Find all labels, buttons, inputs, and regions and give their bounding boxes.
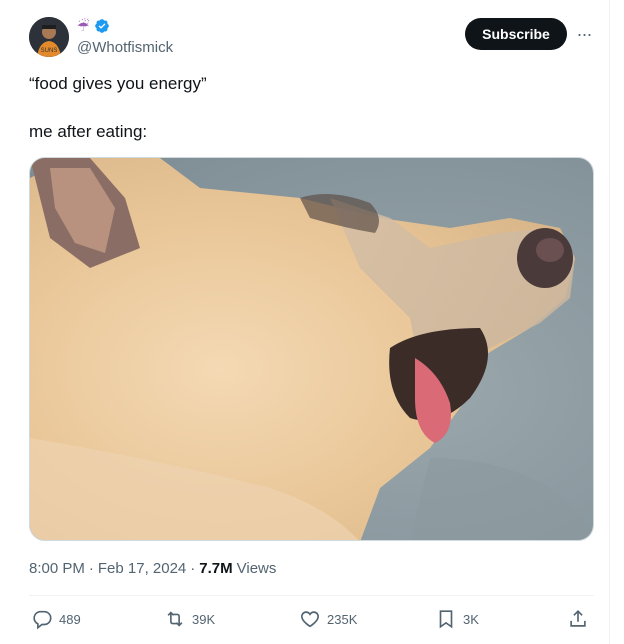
heart-icon <box>301 611 319 628</box>
share-icon <box>570 610 586 627</box>
meta-separator: · <box>190 560 196 577</box>
dog-photo <box>30 158 593 540</box>
more-options-icon[interactable]: ··· <box>572 24 596 44</box>
share-button[interactable] <box>567 608 589 630</box>
like-count: 235K <box>327 611 358 627</box>
retweet-count: 39K <box>192 611 216 627</box>
tweet-meta: 8:00 PM · Feb 17, 2024 · 7.7M Views <box>29 560 276 577</box>
svg-text:SUNS: SUNS <box>41 48 58 54</box>
reply-count: 489 <box>59 611 81 627</box>
author-name-row[interactable]: ☔ <box>77 17 110 35</box>
tweet-date[interactable]: Feb 17, 2024 <box>98 560 186 577</box>
tweet-card: SUNS ☔ @Whotfismick Subscribe ··· “food … <box>0 0 610 644</box>
meta-separator: · <box>88 560 94 577</box>
views-label: Views <box>236 560 277 577</box>
verified-badge-icon <box>94 19 109 33</box>
tweet-media-image[interactable] <box>29 157 594 541</box>
reply-button[interactable]: 489 <box>31 608 81 630</box>
avatar[interactable]: SUNS <box>29 17 69 57</box>
avatar-person-icon: SUNS <box>29 17 69 57</box>
tweet-text-line-1: “food gives you energy” <box>29 74 207 93</box>
tweet-time[interactable]: 8:00 PM <box>29 560 85 577</box>
tweet-text-line-2: me after eating: <box>29 122 148 141</box>
subscribe-button[interactable]: Subscribe <box>465 18 567 50</box>
views-count: 7.7M <box>199 560 233 577</box>
bookmark-button[interactable]: 3K <box>435 608 479 630</box>
divider <box>29 595 594 596</box>
retweet-button[interactable]: 39K <box>164 608 215 630</box>
bookmark-icon <box>439 610 453 629</box>
umbrella-icon: ☔ <box>77 17 90 34</box>
reply-icon <box>33 610 52 630</box>
retweet-icon <box>167 611 183 627</box>
like-button[interactable]: 235K <box>299 608 357 630</box>
bookmark-count: 3K <box>463 611 479 627</box>
author-handle[interactable]: @Whotfismick <box>77 39 173 56</box>
